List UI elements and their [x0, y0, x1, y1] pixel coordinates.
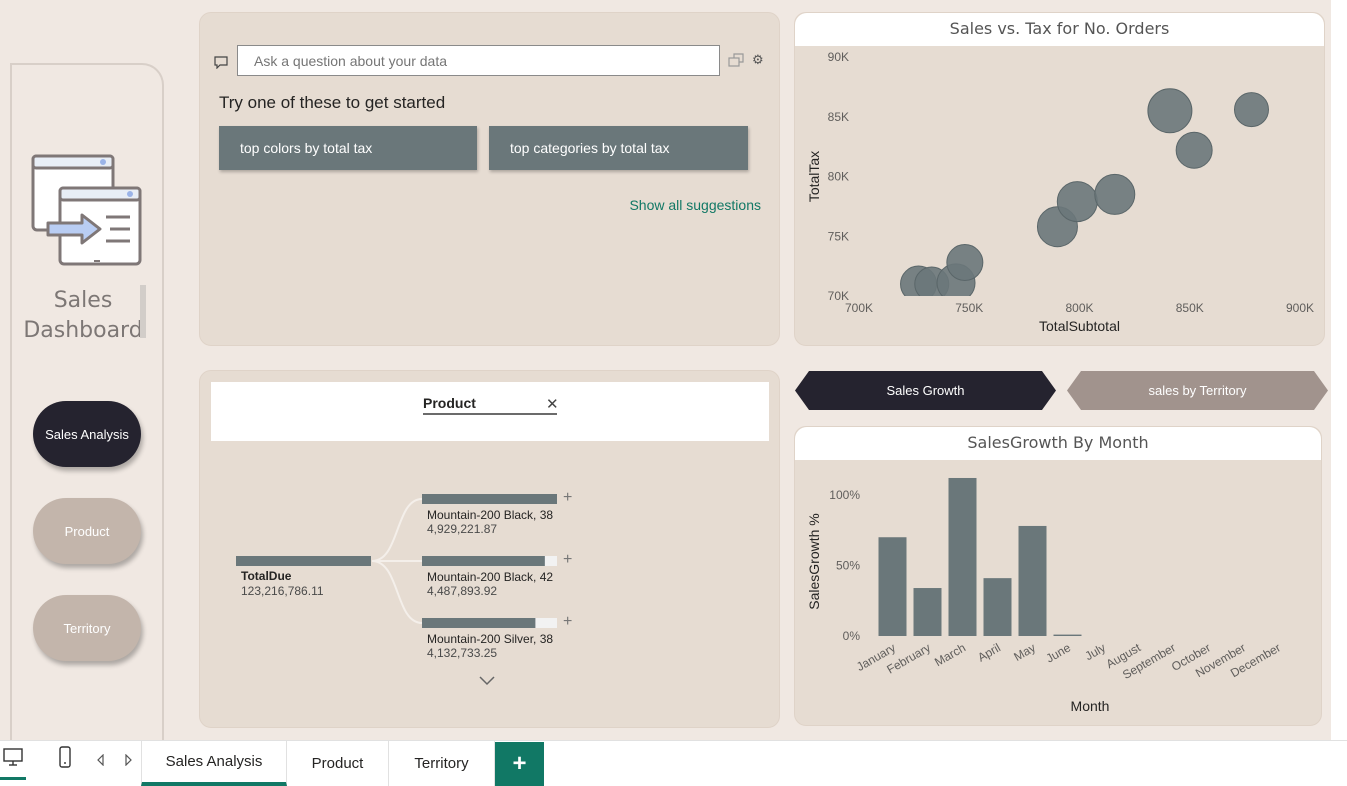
tree-node-value: 4,132,733.25	[427, 646, 498, 660]
bar-chart: 0%50%100%JanuaryFebruary March April May Jun…	[806, 477, 1283, 714]
prev-page-icon[interactable]	[97, 753, 105, 769]
bar	[1053, 634, 1082, 636]
tree-node-label[interactable]: Mountain-200 Black, 38	[427, 508, 553, 522]
tab-territory[interactable]: Territory	[389, 741, 495, 786]
scatter-point	[946, 244, 984, 282]
bar	[983, 578, 1012, 636]
scatter-point	[1175, 131, 1213, 169]
qa-try-text: Try one of these to get started	[219, 93, 446, 112]
x-tick-label: June	[1043, 640, 1073, 665]
x-tick-label: 850K	[1176, 301, 1204, 315]
x-tick-label: 750K	[955, 301, 983, 315]
x-tick-label: 800K	[1065, 301, 1093, 315]
sales-growth-toggle-button[interactable]: Sales Growth	[795, 371, 1056, 410]
app-title: Sales Dashboard	[20, 286, 146, 346]
y-tick-label: 0%	[843, 629, 861, 643]
x-tick-label: 900K	[1286, 301, 1314, 315]
nav-product-button[interactable]: Product	[33, 498, 141, 564]
show-all-suggestions-link[interactable]: Show all suggestions	[629, 197, 761, 213]
canvas-edge	[1331, 0, 1347, 740]
y-axis-label: TotalTax	[806, 151, 822, 202]
sales-by-territory-toggle-button[interactable]: sales by Territory	[1067, 371, 1328, 410]
expand-node-plus-icon[interactable]: +	[563, 613, 572, 631]
tab-sales-analysis[interactable]: Sales Analysis	[141, 741, 287, 786]
bar	[948, 477, 977, 636]
tree-node-value: 4,929,221.87	[427, 522, 498, 536]
y-axis-label: SalesGrowth %	[806, 513, 822, 609]
qa-visual: ⚙ Try one of these to get started top co…	[199, 12, 780, 346]
tree-root-value: 123,216,786.11	[241, 584, 324, 598]
gear-icon[interactable]: ⚙	[752, 52, 764, 68]
y-tick-label: 90K	[828, 50, 849, 64]
bar	[913, 588, 942, 636]
app-title-line1: Sales	[53, 288, 113, 313]
bar	[1018, 525, 1047, 636]
y-tick-label: 75K	[828, 229, 849, 243]
nav-sales-analysis-button[interactable]: Sales Analysis	[33, 401, 141, 467]
scatter-point	[1094, 173, 1136, 215]
nav-territory-button[interactable]: Territory	[33, 595, 141, 661]
bar-chart-visual: SalesGrowth By Month 0% 50% 100% January Feb…	[794, 426, 1322, 726]
y-tick-label: 85K	[828, 110, 849, 124]
x-axis-label: Month	[1071, 698, 1110, 714]
scatter-point	[1056, 181, 1098, 223]
tab-product[interactable]: Product	[287, 741, 389, 786]
x-tick-label: May	[1011, 640, 1038, 663]
tree-node-value: 4,487,893.92	[427, 584, 498, 598]
x-tick-label: April	[975, 640, 1003, 664]
x-tick-label: March	[932, 640, 968, 669]
scatter-chart-visual: Sales vs. Tax for No. Orders 70K 75K 80K 85…	[794, 12, 1325, 346]
qa-suggestion-button[interactable]: top categories by total tax	[489, 126, 748, 170]
scatter-chart: 70K75K80K85K90K700K 750K 800K 850K 900KTotal…	[806, 50, 1314, 334]
tree-node-label[interactable]: Mountain-200 Black, 42	[427, 570, 553, 584]
bar	[878, 537, 907, 636]
y-tick-label: 50%	[836, 558, 860, 572]
data-transfer-windows-icon	[30, 153, 144, 269]
tree-node-label[interactable]: Mountain-200 Silver, 38	[427, 632, 553, 646]
sidebar-scrollbar[interactable]	[140, 285, 146, 338]
add-page-button[interactable]: +	[495, 742, 544, 786]
qa-suggestion-button[interactable]: top colors by total tax	[219, 126, 477, 170]
chevron-down-icon[interactable]	[479, 673, 495, 689]
tree-connector	[371, 560, 423, 624]
child-bar	[422, 556, 545, 566]
scatter-point	[1147, 88, 1193, 134]
tree-connector	[371, 498, 423, 562]
x-tick-label: 700K	[845, 301, 873, 315]
next-page-icon[interactable]	[124, 753, 132, 769]
tree-root-label[interactable]: TotalDue	[241, 569, 291, 583]
expand-node-plus-icon[interactable]: +	[563, 489, 572, 507]
x-axis-label: TotalSubtotal	[1039, 318, 1120, 334]
share-icon[interactable]	[728, 53, 744, 70]
root-bar	[236, 556, 371, 566]
chat-bubble-icon	[214, 55, 228, 70]
scatter-point	[1233, 92, 1269, 128]
child-bar	[422, 494, 557, 504]
y-tick-label: 80K	[828, 170, 849, 184]
mobile-icon[interactable]	[54, 746, 76, 776]
app-title-line2: Dashboard	[23, 318, 143, 343]
child-bar	[422, 618, 536, 628]
page-tab-bar: Sales Analysis Product Territory +	[0, 740, 1347, 786]
desktop-icon[interactable]	[0, 746, 26, 780]
expand-node-plus-icon[interactable]: +	[563, 551, 572, 569]
decomposition-tree-visual: Product ✕ TotalDue 123,216,786.11 Mounta…	[199, 370, 780, 728]
qa-question-input[interactable]	[237, 45, 720, 76]
y-tick-label: 100%	[829, 488, 860, 502]
